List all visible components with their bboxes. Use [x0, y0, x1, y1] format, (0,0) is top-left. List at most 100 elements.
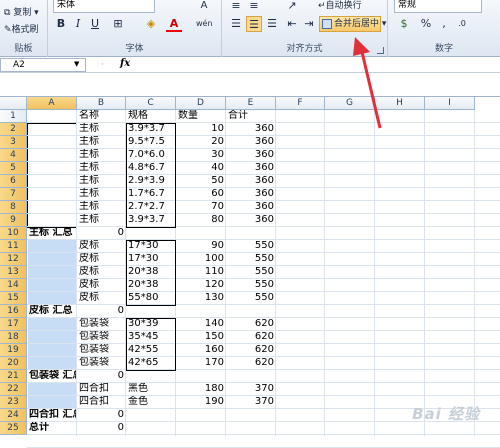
border-icon[interactable]: ⊞	[110, 16, 126, 32]
cell-c3[interactable]: 9.5*7.5	[126, 136, 176, 149]
cell-d13[interactable]: 110	[176, 266, 226, 279]
row-header-13[interactable]: 13	[0, 266, 27, 279]
cell-b11[interactable]: 皮标	[77, 240, 126, 253]
row-header-3[interactable]: 3	[0, 136, 27, 149]
cell-a21[interactable]: 包装袋 汇总	[27, 370, 76, 383]
italic-button[interactable]: I	[70, 16, 86, 32]
cell-b16[interactable]: 0	[77, 305, 126, 318]
cell-e23[interactable]: 370	[226, 396, 276, 409]
font-color-button[interactable]: A	[166, 16, 182, 32]
orientation-icon[interactable]: ↗	[284, 0, 300, 14]
align-center-icon[interactable]: ☰	[246, 16, 262, 32]
cell-c20[interactable]: 42*65	[126, 357, 176, 370]
row-header-14[interactable]: 14	[0, 279, 27, 292]
cell-d23[interactable]: 190	[176, 396, 226, 409]
row-header-19[interactable]: 19	[0, 344, 27, 357]
column-header-f[interactable]: F	[276, 97, 325, 110]
cell-b4[interactable]: 主标	[77, 149, 126, 162]
increase-indent-icon[interactable]: ⇥	[301, 16, 317, 32]
cell-c1[interactable]: 规格	[126, 110, 176, 123]
name-box-dropdown-icon[interactable]: ▼	[74, 60, 79, 68]
cell-b14[interactable]: 皮标	[77, 279, 126, 292]
row-header-23[interactable]: 23	[0, 396, 27, 409]
cell-e5[interactable]: 360	[226, 162, 276, 175]
cell-e2[interactable]: 360	[226, 123, 276, 136]
row-header-5[interactable]: 5	[0, 162, 27, 175]
cell-c15[interactable]: 55*80	[126, 292, 176, 305]
align-left-icon[interactable]: ☰	[228, 16, 244, 32]
cell-e22[interactable]: 370	[226, 383, 276, 396]
cell-d1[interactable]: 数量	[176, 110, 226, 123]
align-right-icon[interactable]: ☰	[264, 16, 280, 32]
cell-b6[interactable]: 主标	[77, 175, 126, 188]
cell-d12[interactable]: 100	[176, 253, 226, 266]
merge-center-button[interactable]: 合并后居中 ▾	[319, 16, 386, 32]
cell-e19[interactable]: 620	[226, 344, 276, 357]
row-header-22[interactable]: 22	[0, 383, 27, 396]
insert-function-button[interactable]: fx	[120, 58, 130, 69]
phonetic-button[interactable]: wén	[196, 16, 213, 32]
format-painter-button[interactable]: ✎格式刷	[4, 22, 39, 35]
cell-b10[interactable]: 0	[77, 227, 126, 240]
column-header-a[interactable]: A	[27, 97, 77, 110]
cell-d9[interactable]: 80	[176, 214, 226, 227]
cell-e3[interactable]: 360	[226, 136, 276, 149]
select-all-corner[interactable]	[0, 97, 27, 110]
cell-c13[interactable]: 20*38	[126, 266, 176, 279]
cell-b12[interactable]: 皮标	[77, 253, 126, 266]
align-middle-icon[interactable]: ≡	[246, 0, 262, 14]
row-header-24[interactable]: 24	[0, 409, 27, 422]
cell-d18[interactable]: 150	[176, 331, 226, 344]
cell-b20[interactable]: 包装袋	[77, 357, 126, 370]
cell-d8[interactable]: 70	[176, 201, 226, 214]
cell-d14[interactable]: 120	[176, 279, 226, 292]
cell-e15[interactable]: 550	[226, 292, 276, 305]
cell-b23[interactable]: 四合扣	[77, 396, 126, 409]
cell-b2[interactable]: 主标	[77, 123, 126, 136]
cell-b15[interactable]: 皮标	[77, 292, 126, 305]
cell-d11[interactable]: 90	[176, 240, 226, 253]
cell-c4[interactable]: 7.0*6.0	[126, 149, 176, 162]
comma-button[interactable]: ,	[436, 16, 452, 32]
cell-c17[interactable]: 30*39	[126, 318, 176, 331]
row-header-1[interactable]: 1	[0, 110, 27, 123]
cell-d2[interactable]: 10	[176, 123, 226, 136]
font-name-select[interactable]: 宋体	[53, 0, 155, 13]
cell-b7[interactable]: 主标	[77, 188, 126, 201]
column-header-b[interactable]: B	[77, 97, 126, 110]
cell-d5[interactable]: 40	[176, 162, 226, 175]
cell-c19[interactable]: 42*55	[126, 344, 176, 357]
column-header-h[interactable]: H	[375, 97, 425, 110]
cell-e6[interactable]: 360	[226, 175, 276, 188]
row-header-15[interactable]: 15	[0, 292, 27, 305]
row-header-7[interactable]: 7	[0, 188, 27, 201]
cell-e9[interactable]: 360	[226, 214, 276, 227]
cell-a24[interactable]: 四合扣 汇总	[27, 409, 76, 422]
cell-c22[interactable]: 黑色	[126, 383, 176, 396]
cell-b22[interactable]: 四合扣	[77, 383, 126, 396]
column-header-c[interactable]: C	[126, 97, 176, 110]
cell-a25[interactable]: 总计	[27, 422, 76, 435]
cell-d22[interactable]: 180	[176, 383, 226, 396]
row-header-16[interactable]: 16	[0, 305, 27, 318]
column-header-e[interactable]: E	[226, 97, 276, 110]
bold-button[interactable]: B	[53, 16, 69, 32]
cell-d7[interactable]: 60	[176, 188, 226, 201]
column-header-g[interactable]: G	[325, 97, 375, 110]
fill-color-icon[interactable]: ◈	[143, 16, 159, 32]
cell-e11[interactable]: 550	[226, 240, 276, 253]
cell-c12[interactable]: 17*30	[126, 253, 176, 266]
cell-b13[interactable]: 皮标	[77, 266, 126, 279]
cell-d20[interactable]: 170	[176, 357, 226, 370]
cell-c8[interactable]: 2.7*2.7	[126, 201, 176, 214]
cell-e4[interactable]: 360	[226, 149, 276, 162]
cell-e12[interactable]: 550	[226, 253, 276, 266]
cell-c9[interactable]: 3.9*3.7	[126, 214, 176, 227]
cell-b19[interactable]: 包装袋	[77, 344, 126, 357]
cell-d19[interactable]: 160	[176, 344, 226, 357]
cell-e17[interactable]: 620	[226, 318, 276, 331]
cell-c2[interactable]: 3.9*3.7	[126, 123, 176, 136]
decrease-indent-icon[interactable]: ⇤	[284, 16, 300, 32]
column-header-d[interactable]: D	[176, 97, 226, 110]
cell-e1[interactable]: 合计	[226, 110, 276, 123]
